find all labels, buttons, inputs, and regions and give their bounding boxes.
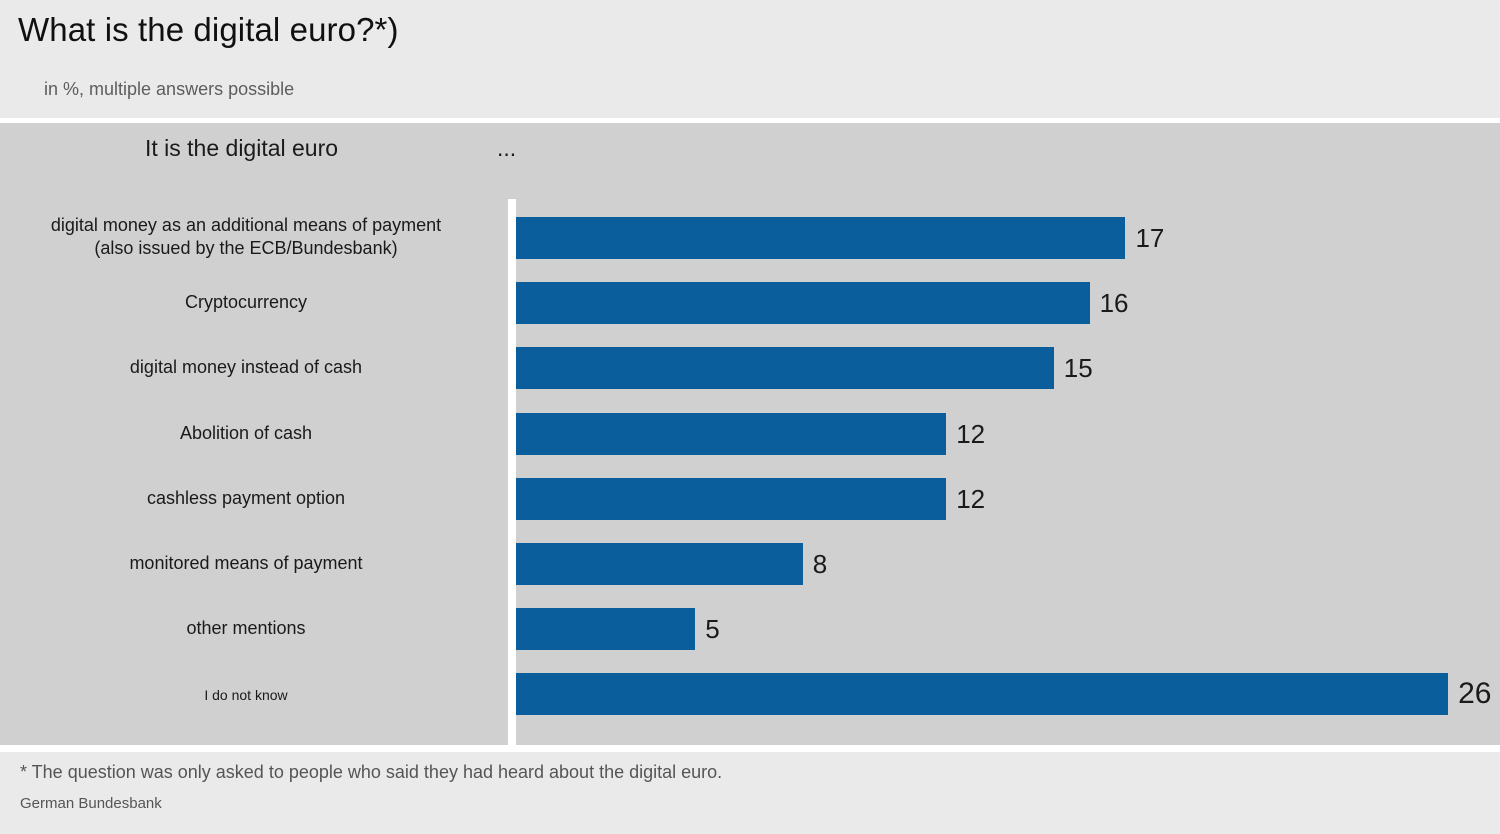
bar-rect bbox=[516, 282, 1090, 325]
bar-rect bbox=[516, 543, 803, 585]
bar-rect bbox=[516, 477, 947, 520]
bar-value-label: 8 bbox=[812, 549, 828, 579]
bar-value-label: 12 bbox=[956, 418, 986, 449]
bar-category-label: digital money instead of cash bbox=[129, 357, 363, 378]
bar-row: Cryptocurrency 16 bbox=[0, 282, 1500, 325]
bar-category-label: cashless payment option bbox=[146, 487, 346, 508]
bar-category-label: other mentions bbox=[186, 618, 306, 639]
bar-rect bbox=[516, 217, 1126, 259]
bar-row: Abolition of cash 12 bbox=[0, 412, 1500, 455]
bar-row: digital money instead of cash 15 bbox=[0, 347, 1500, 390]
page-title: What is the digital euro?*) bbox=[18, 11, 399, 48]
bar-category-label: digital money as an additional means of … bbox=[50, 215, 442, 258]
chart-header: It is the digital euro ... bbox=[0, 123, 1500, 193]
chart-plot-area: It is the digital euro ... digital money… bbox=[0, 123, 1500, 745]
bar-row: I do not know 26 bbox=[0, 673, 1500, 716]
bar-rect bbox=[516, 673, 1449, 716]
footer-separator bbox=[0, 745, 1500, 752]
source-text: German Bundesbank bbox=[20, 795, 162, 812]
chart-header-ellipsis: ... bbox=[497, 135, 517, 161]
bar-row: other mentions 5 bbox=[0, 608, 1500, 651]
bar-value-label: 12 bbox=[956, 483, 986, 514]
bar-rect bbox=[516, 347, 1054, 390]
bar-value-label: 26 bbox=[1458, 677, 1492, 711]
bar-category-label: Cryptocurrency bbox=[184, 292, 308, 313]
bar-value-label: 15 bbox=[1063, 353, 1093, 384]
bar-value-label: 17 bbox=[1135, 223, 1165, 253]
bar-rect bbox=[516, 412, 947, 455]
bar-value-label: 16 bbox=[1099, 288, 1129, 319]
footnote-text: * The question was only asked to people … bbox=[20, 762, 723, 782]
bar-category-label: I do not know bbox=[204, 687, 288, 704]
page-subtitle: in %, multiple answers possible bbox=[44, 79, 295, 99]
category-axis-line bbox=[508, 199, 516, 745]
bar-value-label: 5 bbox=[705, 614, 720, 645]
bar-row: monitored means of payment 8 bbox=[0, 543, 1500, 585]
footer-band: * The question was only asked to people … bbox=[0, 752, 1500, 834]
bar-row: cashless payment option 12 bbox=[0, 477, 1500, 520]
bar-rect bbox=[516, 608, 696, 651]
bar-row: digital money as an additional means of … bbox=[0, 215, 1500, 259]
chart-header-prefix: It is the digital euro bbox=[145, 135, 339, 161]
header-band: What is the digital euro?*) in %, multip… bbox=[0, 0, 1500, 118]
bar-category-label: monitored means of payment bbox=[129, 553, 363, 573]
bar-category-label: Abolition of cash bbox=[179, 422, 313, 443]
